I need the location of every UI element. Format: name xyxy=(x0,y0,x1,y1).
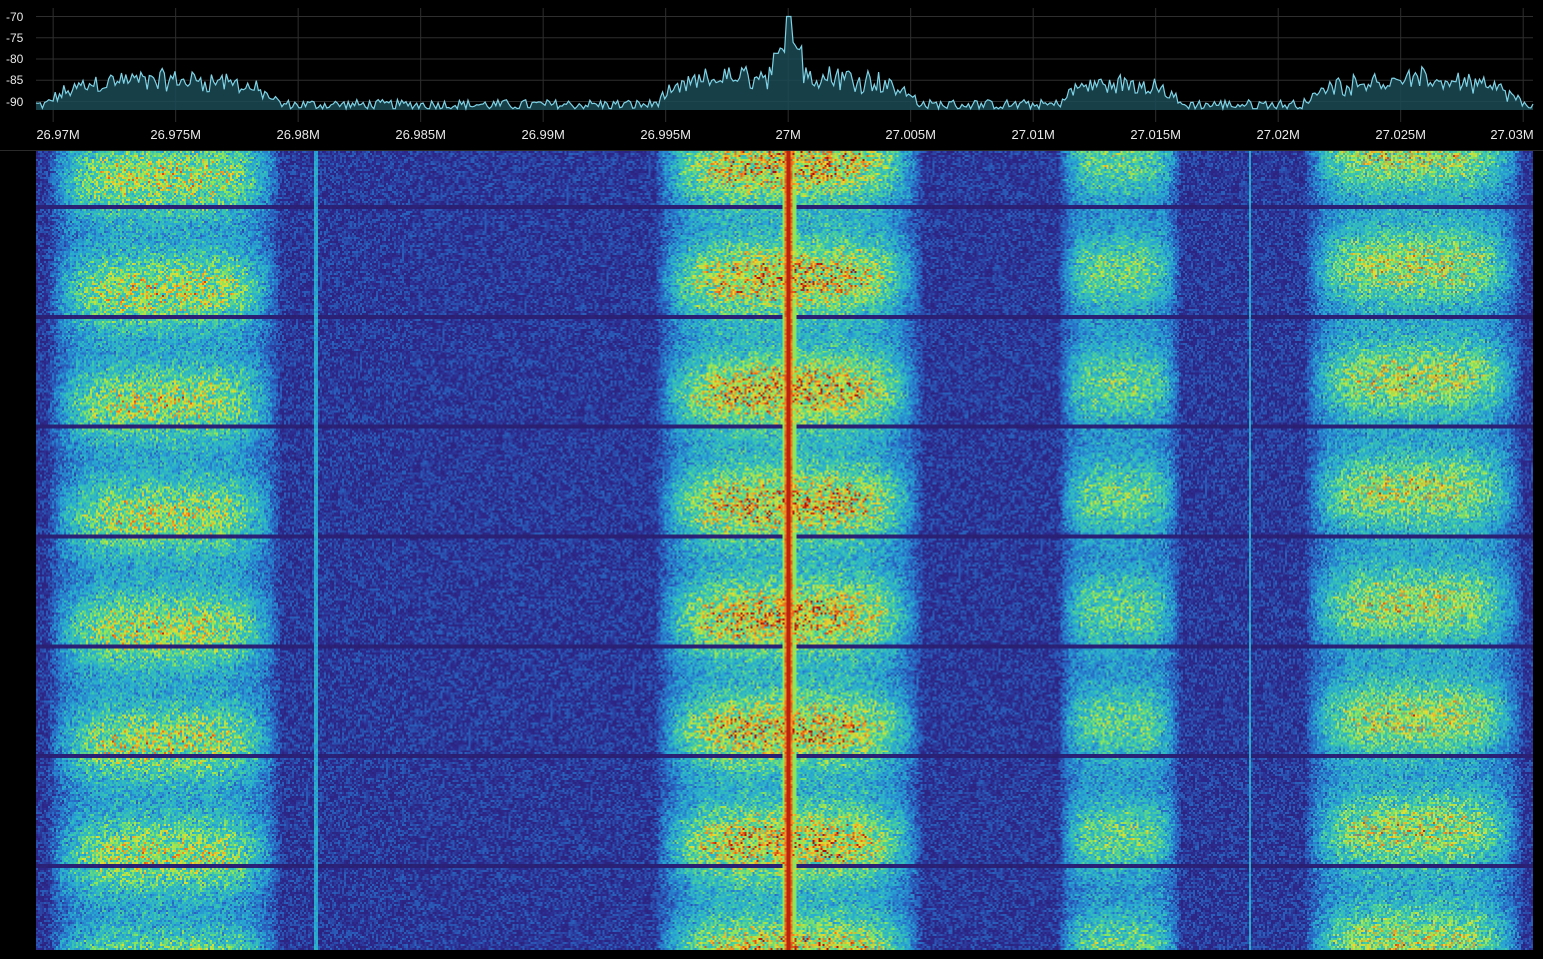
freq-tick-label: 27.015M xyxy=(1130,127,1181,142)
freq-tick-label: 27.03M xyxy=(1490,127,1534,142)
waterfall-display[interactable] xyxy=(36,151,1533,950)
freq-tick-label: 27.025M xyxy=(1375,127,1426,142)
freq-tick-label: 27M xyxy=(775,127,801,142)
db-tick-label: -90 xyxy=(6,94,24,109)
db-tick-label: -85 xyxy=(6,73,24,88)
spectrum-fill xyxy=(36,16,1533,110)
freq-tick-label: 26.98M xyxy=(276,127,320,142)
freq-tick-label: 26.985M xyxy=(395,127,446,142)
spectrum-plot[interactable]: -70 -75 -80 -85 -90 26.97M 26.975M 26.98M 26.98… xyxy=(0,0,1543,151)
freq-tick-label: 26.97M xyxy=(36,127,80,142)
freq-tick-label: 26.99M xyxy=(521,127,565,142)
freq-tick-label: 27.005M xyxy=(885,127,936,142)
sdr-viewer: -70 -75 -80 -85 -90 26.97M 26.975M 26.98M 26.98… xyxy=(0,0,1543,959)
freq-tick-label: 27.01M xyxy=(1011,127,1055,142)
freq-tick-label: 27.02M xyxy=(1256,127,1300,142)
db-tick-label: -70 xyxy=(6,9,24,24)
waterfall-panel[interactable] xyxy=(0,151,1543,959)
spectrum-trace-svg xyxy=(35,8,1534,122)
db-tick-label: -80 xyxy=(6,52,24,66)
db-tick-label: -75 xyxy=(6,30,24,45)
freq-tick-label: 26.975M xyxy=(150,127,201,142)
freq-tick-label: 26.995M xyxy=(640,127,691,142)
